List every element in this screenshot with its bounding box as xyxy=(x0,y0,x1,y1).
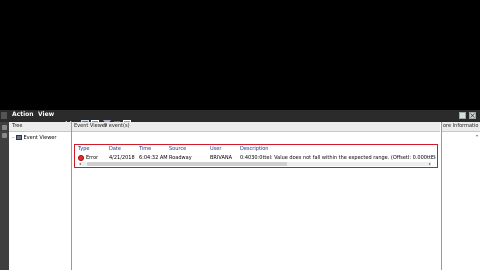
menubar: Action View xyxy=(0,110,480,127)
cell-type: Error xyxy=(86,155,99,161)
event-viewer-window: Action View Tree – Event Viewer Event Vi… xyxy=(0,110,480,270)
cell-time: 6:04:32 AM xyxy=(139,155,168,161)
scroll-right-icon[interactable]: ▸ xyxy=(429,162,431,166)
refresh-icon[interactable] xyxy=(113,112,121,126)
event-viewer-icon xyxy=(15,135,22,140)
help-icon[interactable] xyxy=(123,112,131,127)
properties-icon[interactable] xyxy=(91,112,99,127)
cell-user: BRIVANA xyxy=(210,155,233,161)
column-header-source[interactable]: Source xyxy=(169,146,186,152)
app-icon xyxy=(1,112,7,119)
event-grid: Type Date Time Source User Description E… xyxy=(74,144,438,168)
strip-pin-icon[interactable] xyxy=(2,125,7,130)
cell-description: 0:4030:0ttel: Value does not fall within… xyxy=(240,155,436,161)
event-list-pane: Event Viewer 9 event(s) Type Date Time S… xyxy=(72,122,440,270)
scrollbar-thumb[interactable] xyxy=(87,162,287,166)
more-information-pane: ore Informatio ▾ xyxy=(441,122,480,270)
horizontal-scrollbar[interactable]: ◂ ▸ xyxy=(79,162,431,166)
event-count: 9 event(s) xyxy=(104,123,130,129)
menu-action[interactable]: Action xyxy=(12,111,34,118)
forward-arrow-icon[interactable] xyxy=(69,112,77,126)
tree-pane-header: Tree xyxy=(9,122,71,132)
cell-date: 4/21/2018 xyxy=(109,155,135,161)
tree-pane: Tree – Event Viewer xyxy=(9,122,72,270)
collapse-icon[interactable]: ▾ xyxy=(476,133,478,138)
left-side-strip xyxy=(0,122,9,270)
event-list-header: Event Viewer 9 event(s) xyxy=(72,122,440,132)
strip-tab-icon[interactable] xyxy=(2,133,7,138)
column-header-description[interactable]: Description xyxy=(240,146,268,152)
column-header-type[interactable]: Type xyxy=(78,146,89,152)
tree-item-label: Event Viewer xyxy=(23,135,57,141)
column-header-date[interactable]: Date xyxy=(109,146,121,152)
column-header-user[interactable]: User xyxy=(210,146,221,152)
scroll-left-icon[interactable]: ◂ xyxy=(79,162,81,166)
checkbox-icon[interactable] xyxy=(459,112,466,119)
back-arrow-icon[interactable] xyxy=(60,112,68,126)
tree-item-event-viewer[interactable]: – Event Viewer xyxy=(12,135,56,141)
cell-source: Roadway xyxy=(169,155,192,161)
expand-icon[interactable]: – xyxy=(12,135,15,141)
more-information-header: ore Informatio xyxy=(442,122,480,132)
menu-view[interactable]: View xyxy=(38,111,54,118)
filter-icon[interactable] xyxy=(103,112,111,127)
close-panel-icon[interactable] xyxy=(469,112,476,119)
event-list-title: Event Viewer xyxy=(74,123,107,129)
show-tree-icon[interactable] xyxy=(81,112,89,127)
column-header-time[interactable]: Time xyxy=(139,146,151,152)
